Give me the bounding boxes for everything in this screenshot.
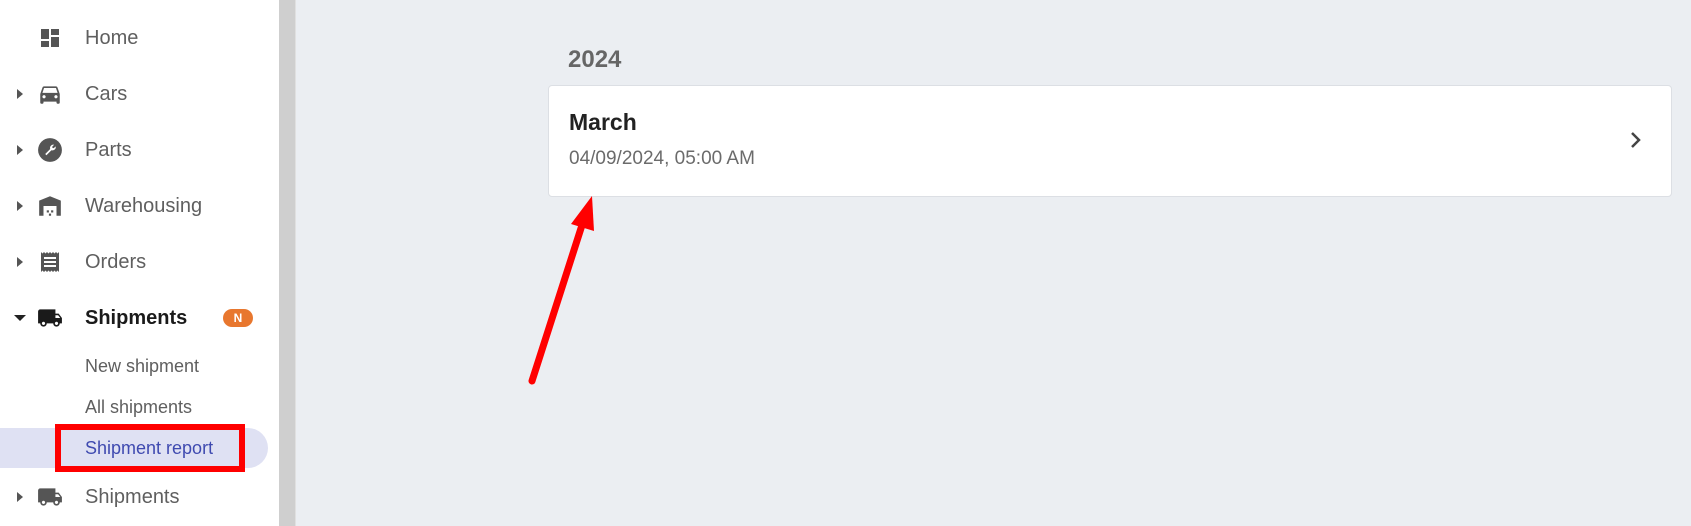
caret-down-icon[interactable] — [14, 312, 26, 324]
caret-right-icon[interactable] — [14, 256, 26, 268]
chevron-right-icon[interactable] — [1627, 128, 1645, 152]
sidebar-item-label: Home — [85, 26, 139, 49]
sidebar-item-label: Parts — [85, 138, 132, 161]
car-icon — [36, 80, 64, 108]
sidebar-item-label: Orders — [85, 250, 147, 273]
sidebar-item-label: Shipments — [85, 306, 188, 329]
dashboard-icon — [36, 24, 64, 52]
sidebar-item-warehousing[interactable]: Warehousing — [0, 182, 279, 230]
sidebar-subitem-label: New shipment — [85, 355, 200, 376]
year-heading: 2024 — [568, 46, 622, 73]
caret-right-icon[interactable] — [14, 200, 26, 212]
sidebar-item-label: Warehousing — [85, 194, 203, 217]
sidebar-subitem-label: All shipments — [85, 396, 193, 417]
receipt-icon — [36, 248, 64, 276]
caret-right-icon[interactable] — [14, 144, 26, 156]
sidebar-item-shipments-2[interactable]: Shipments — [0, 473, 279, 521]
report-card[interactable]: March 04/09/2024, 05:00 AM — [548, 85, 1672, 197]
sidebar-item-parts[interactable]: Parts — [0, 126, 279, 174]
sidebar-subitem-new-shipment[interactable]: New shipment — [0, 346, 268, 386]
caret-right-icon[interactable] — [14, 88, 26, 100]
new-badge: N — [223, 309, 253, 327]
sidebar-item-orders[interactable]: Orders — [0, 238, 279, 286]
sidebar-scrollbar[interactable] — [279, 0, 296, 526]
wrench-icon — [36, 136, 64, 164]
report-title: March — [569, 109, 637, 135]
sidebar: Home Cars Parts Warehousing Orders Shipm… — [0, 0, 279, 526]
sidebar-item-shipments[interactable]: Shipments N — [0, 294, 279, 342]
annotation-highlight-box — [55, 424, 245, 472]
report-date: 04/09/2024, 05:00 AM — [569, 148, 755, 169]
sidebar-item-cars[interactable]: Cars — [0, 70, 279, 118]
sidebar-item-home[interactable]: Home — [0, 14, 279, 62]
caret-right-icon[interactable] — [14, 491, 26, 503]
truck-icon — [36, 304, 64, 332]
sidebar-subitem-all-shipments[interactable]: All shipments — [0, 387, 268, 427]
sidebar-item-label: Shipments — [85, 485, 180, 508]
sidebar-item-label: Cars — [85, 82, 128, 105]
warehouse-icon — [36, 192, 64, 220]
truck-icon — [36, 483, 64, 511]
